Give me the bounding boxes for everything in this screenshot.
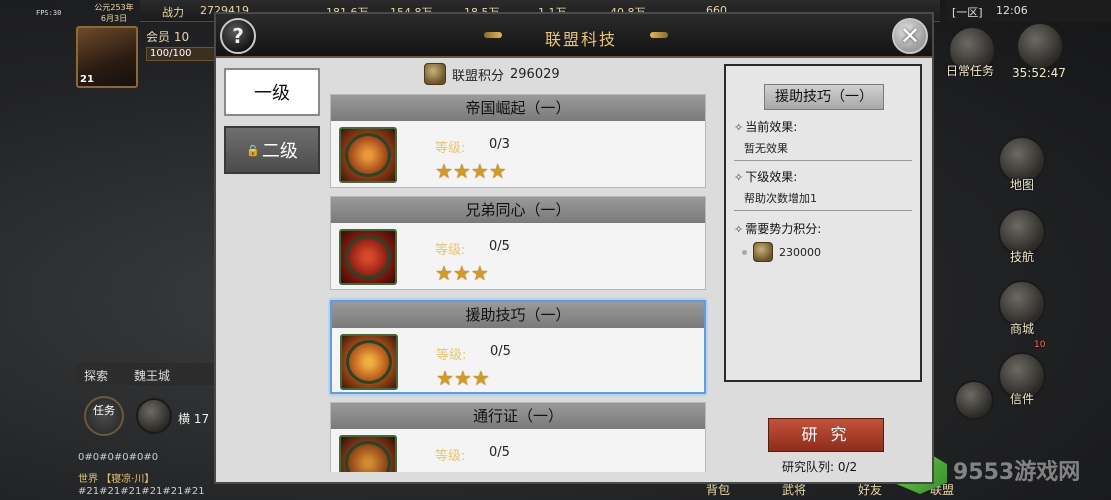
chat-line-3: #21#21#21#21#21#21: [78, 486, 205, 497]
dialog-title: 联盟科技: [544, 30, 617, 49]
tech-level-label: 等级:: [435, 449, 466, 464]
alliance-coin-icon: [424, 63, 446, 85]
daily-task-label: 日常任务: [946, 64, 995, 78]
power-coin-icon: [753, 242, 773, 262]
star-rating: ★★★★: [435, 159, 507, 183]
chat-line-1: 0#0#0#0#0#0: [78, 452, 159, 463]
tech-card-selected[interactable]: 援助技巧（一） 等级: 0/5 ★★★: [330, 300, 706, 394]
lock-icon: 🔒: [246, 143, 260, 157]
divider: [734, 160, 912, 161]
event-icon[interactable]: [1016, 22, 1064, 70]
current-effect-label: ✧ 当前效果:: [734, 120, 798, 134]
detail-title: 援助技巧（一）: [764, 84, 884, 110]
title-ornament-right: [650, 32, 668, 38]
divider: [734, 210, 912, 211]
clock: 12:06: [996, 4, 1028, 17]
alliance-score: 联盟积分 296029: [424, 62, 560, 86]
help-icon[interactable]: ?: [220, 18, 256, 54]
player-level: 21: [80, 74, 94, 85]
title-ornament-left: [484, 32, 502, 38]
tech-level-value: 0/5: [490, 344, 511, 359]
next-effect-label: ✧ 下级效果:: [734, 170, 798, 184]
tech-name: 援助技巧（一）: [332, 302, 704, 328]
tab-level-2-label: 二级: [261, 141, 298, 162]
current-effect-value: 暂无效果: [744, 142, 788, 155]
player-avatar[interactable]: 21: [76, 26, 138, 88]
mail-badge: 10: [1034, 340, 1046, 350]
attack-icon[interactable]: [954, 380, 994, 420]
tech-level-label: 等级:: [436, 348, 467, 363]
player-name: 横 17: [178, 412, 210, 426]
tech-level-label: 等级:: [435, 141, 466, 156]
research-button[interactable]: 研 究: [768, 418, 884, 452]
tab-level-1-label: 一级: [254, 83, 290, 104]
tech-card[interactable]: 通行证（一） 等级: 0/5: [330, 402, 706, 472]
score-value: 296029: [510, 66, 560, 82]
tab-level-1[interactable]: 一级: [224, 68, 320, 116]
tech-icon-empire: [339, 127, 397, 183]
tab-level-2[interactable]: 🔒 二级: [224, 126, 320, 174]
tech-level-value: 0/5: [489, 445, 510, 460]
dialog-header: ? 联盟科技 ✕: [216, 14, 932, 58]
event-timer: 35:52:47: [1012, 66, 1066, 80]
mail-label: 信件: [1010, 392, 1035, 406]
shop-label: 商城: [1010, 322, 1035, 336]
score-label: 联盟积分: [452, 68, 505, 84]
date-year: 公元253年: [94, 3, 134, 12]
tech-name: 兄弟同心（一）: [331, 197, 705, 223]
member-level: 会员 10: [146, 30, 190, 44]
alliance-tech-dialog: ? 联盟科技 ✕ 一级 🔒 二级 联盟积分 296029 帝国崛起（一） 等级:…: [214, 12, 934, 484]
map-label: 地图: [1010, 178, 1035, 192]
tech-level-value: 0/5: [489, 239, 510, 254]
tech-detail-panel: 援助技巧（一） ✧ 当前效果: 暂无效果 ✧ 下级效果: 帮助次数增加1 ✧ 需要势力…: [724, 64, 922, 382]
status-bar-right: [一区] 12:06: [946, 0, 1111, 22]
tech-icon-assist: [340, 334, 398, 390]
fps-counter: FPS:30: [36, 9, 62, 17]
tech-list[interactable]: 帝国崛起（一） 等级: 0/3 ★★★★ 兄弟同心（一） 等级: 0/5 ★★★…: [328, 94, 708, 472]
tech-name: 通行证（一）: [331, 403, 705, 429]
ornament-icon: ✧: [734, 121, 744, 134]
requirement-row: 230000: [742, 242, 821, 262]
ornament-icon: ✧: [734, 223, 744, 236]
game-date: 公元253年 6月3日: [84, 2, 144, 24]
requirement-value: 230000: [779, 245, 821, 259]
ornament-icon: ✧: [734, 171, 744, 184]
star-rating: ★★★: [435, 261, 489, 285]
tech-level-label: 等级:: [435, 243, 466, 258]
tech-icon-pass: [339, 435, 397, 472]
tech-card[interactable]: 帝国崛起（一） 等级: 0/3 ★★★★: [330, 94, 706, 188]
tech-icon-brotherhood: [339, 229, 397, 285]
chat-tabs: 探索 魏王城: [76, 363, 216, 385]
chat-tab-explore[interactable]: 探索: [84, 367, 108, 384]
bullet-dot: [742, 249, 747, 255]
tech-name: 帝国崛起（一）: [331, 95, 705, 121]
watermark-text: 9553游戏网: [953, 460, 1081, 485]
ship-label: 技航: [1010, 250, 1035, 264]
server-label: [一区]: [952, 6, 983, 19]
research-queue: 研究队列: 0/2: [782, 460, 858, 474]
next-effect-value: 帮助次数增加1: [744, 192, 817, 205]
star-rating: ★★★: [436, 366, 490, 390]
user-icon[interactable]: [136, 398, 172, 434]
date-day: 6月3日: [100, 14, 128, 23]
chat-line-2: 世界 【寝凉·川】: [78, 474, 155, 485]
tech-level-value: 0/3: [489, 137, 510, 152]
tech-card[interactable]: 兄弟同心（一） 等级: 0/5 ★★★: [330, 196, 706, 290]
requirement-label: ✧ 需要势力积分:: [734, 222, 822, 236]
chat-tab-city[interactable]: 魏王城: [134, 367, 170, 384]
close-icon[interactable]: ✕: [892, 18, 928, 54]
power-label: 战力: [162, 6, 184, 19]
hp-bar: 100/100: [146, 47, 216, 61]
task-button[interactable]: 任务: [84, 396, 124, 436]
